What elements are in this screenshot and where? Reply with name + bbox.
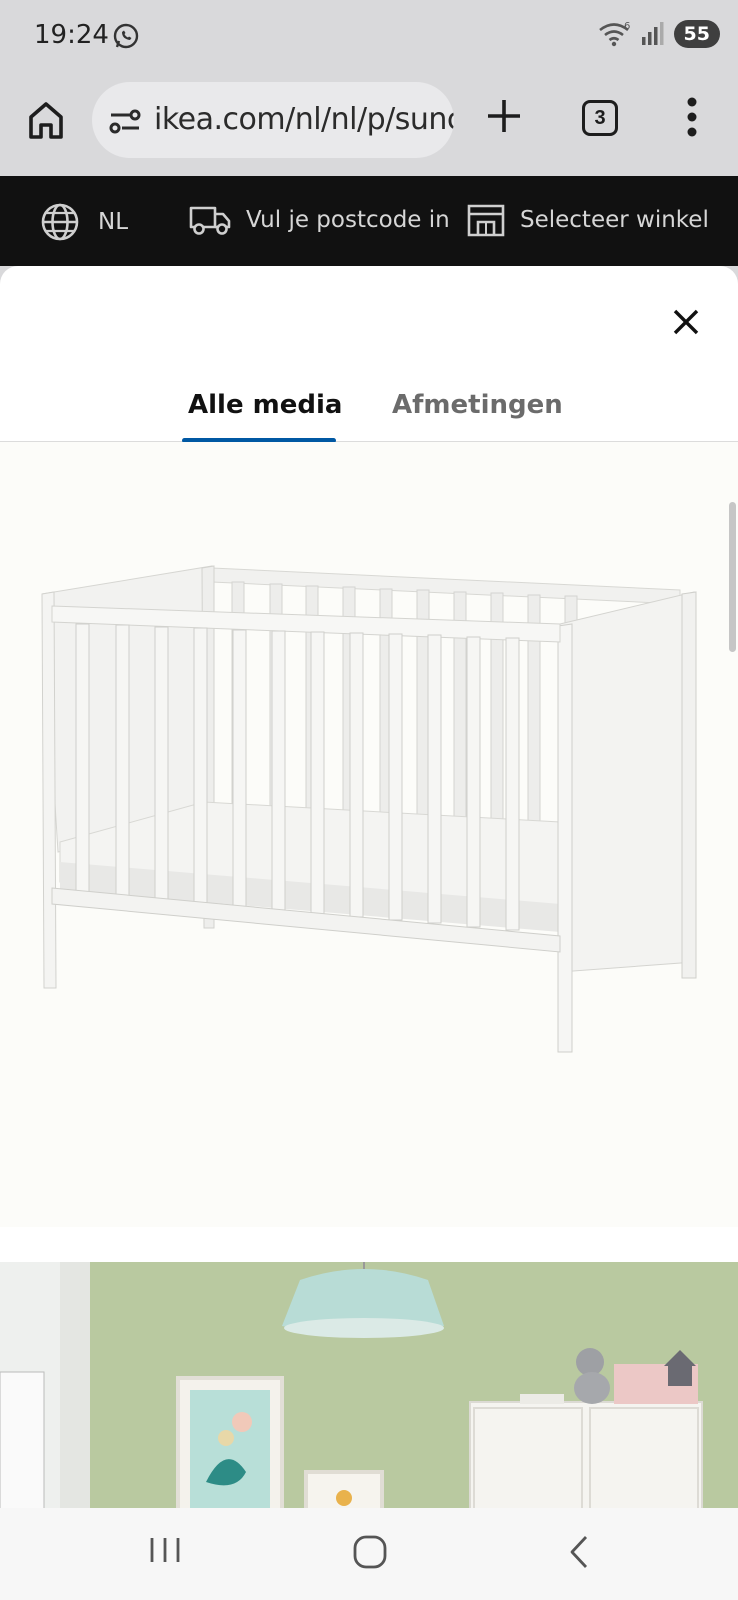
tune-icon[interactable] — [108, 106, 142, 136]
tabs-icon[interactable]: 3 — [582, 100, 618, 136]
media-modal: Alle media Afmetingen — [0, 266, 738, 1508]
product-image-crib[interactable] — [0, 442, 738, 1227]
status-bar: 19:24 6 55 — [0, 0, 738, 74]
battery-badge: 55 — [673, 20, 720, 48]
signal-icon — [641, 22, 664, 45]
close-icon[interactable] — [670, 306, 702, 338]
status-time: 19:24 — [34, 20, 109, 50]
crib-illustration — [41, 565, 697, 1053]
tab-afmetingen[interactable]: Afmetingen — [392, 390, 563, 420]
plus-icon[interactable] — [484, 96, 524, 136]
tab-alle-media[interactable]: Alle media — [188, 390, 342, 420]
postcode-selector[interactable]: Vul je postcode in — [188, 202, 450, 238]
status-indicators: 6 55 — [598, 20, 720, 48]
back-icon[interactable] — [566, 1534, 592, 1570]
home-icon[interactable] — [26, 98, 66, 142]
browser-toolbar: ikea.com/nl/nl/p/sunc 3 — [0, 74, 738, 176]
store-label: Selecteer winkel — [520, 207, 709, 233]
svg-text:6: 6 — [624, 21, 630, 32]
whatsapp-icon — [113, 23, 139, 49]
globe-icon — [41, 203, 79, 241]
room-illustration — [0, 1262, 738, 1508]
url-bar[interactable]: ikea.com/nl/nl/p/sunc — [92, 82, 454, 158]
product-image-room[interactable] — [0, 1262, 738, 1508]
home-nav-icon[interactable] — [352, 1534, 388, 1570]
ikea-top-bar: NL Vul je postcode in Selecteer winkel — [0, 176, 738, 266]
language-label: NL — [98, 209, 129, 235]
truck-icon — [189, 206, 231, 235]
language-selector[interactable]: NL — [40, 202, 128, 242]
store-selector[interactable]: Selecteer winkel — [466, 202, 709, 238]
postcode-label: Vul je postcode in — [246, 207, 450, 233]
recents-icon[interactable] — [148, 1534, 182, 1566]
more-vert-icon[interactable] — [686, 96, 698, 138]
url-text[interactable]: ikea.com/nl/nl/p/sunc — [154, 102, 454, 137]
system-nav-bar — [0, 1508, 738, 1600]
media-tabs: Alle media Afmetingen — [0, 366, 738, 443]
wifi-icon: 6 — [598, 21, 630, 47]
modal-scrollbar[interactable] — [729, 502, 736, 652]
store-icon — [467, 204, 505, 237]
